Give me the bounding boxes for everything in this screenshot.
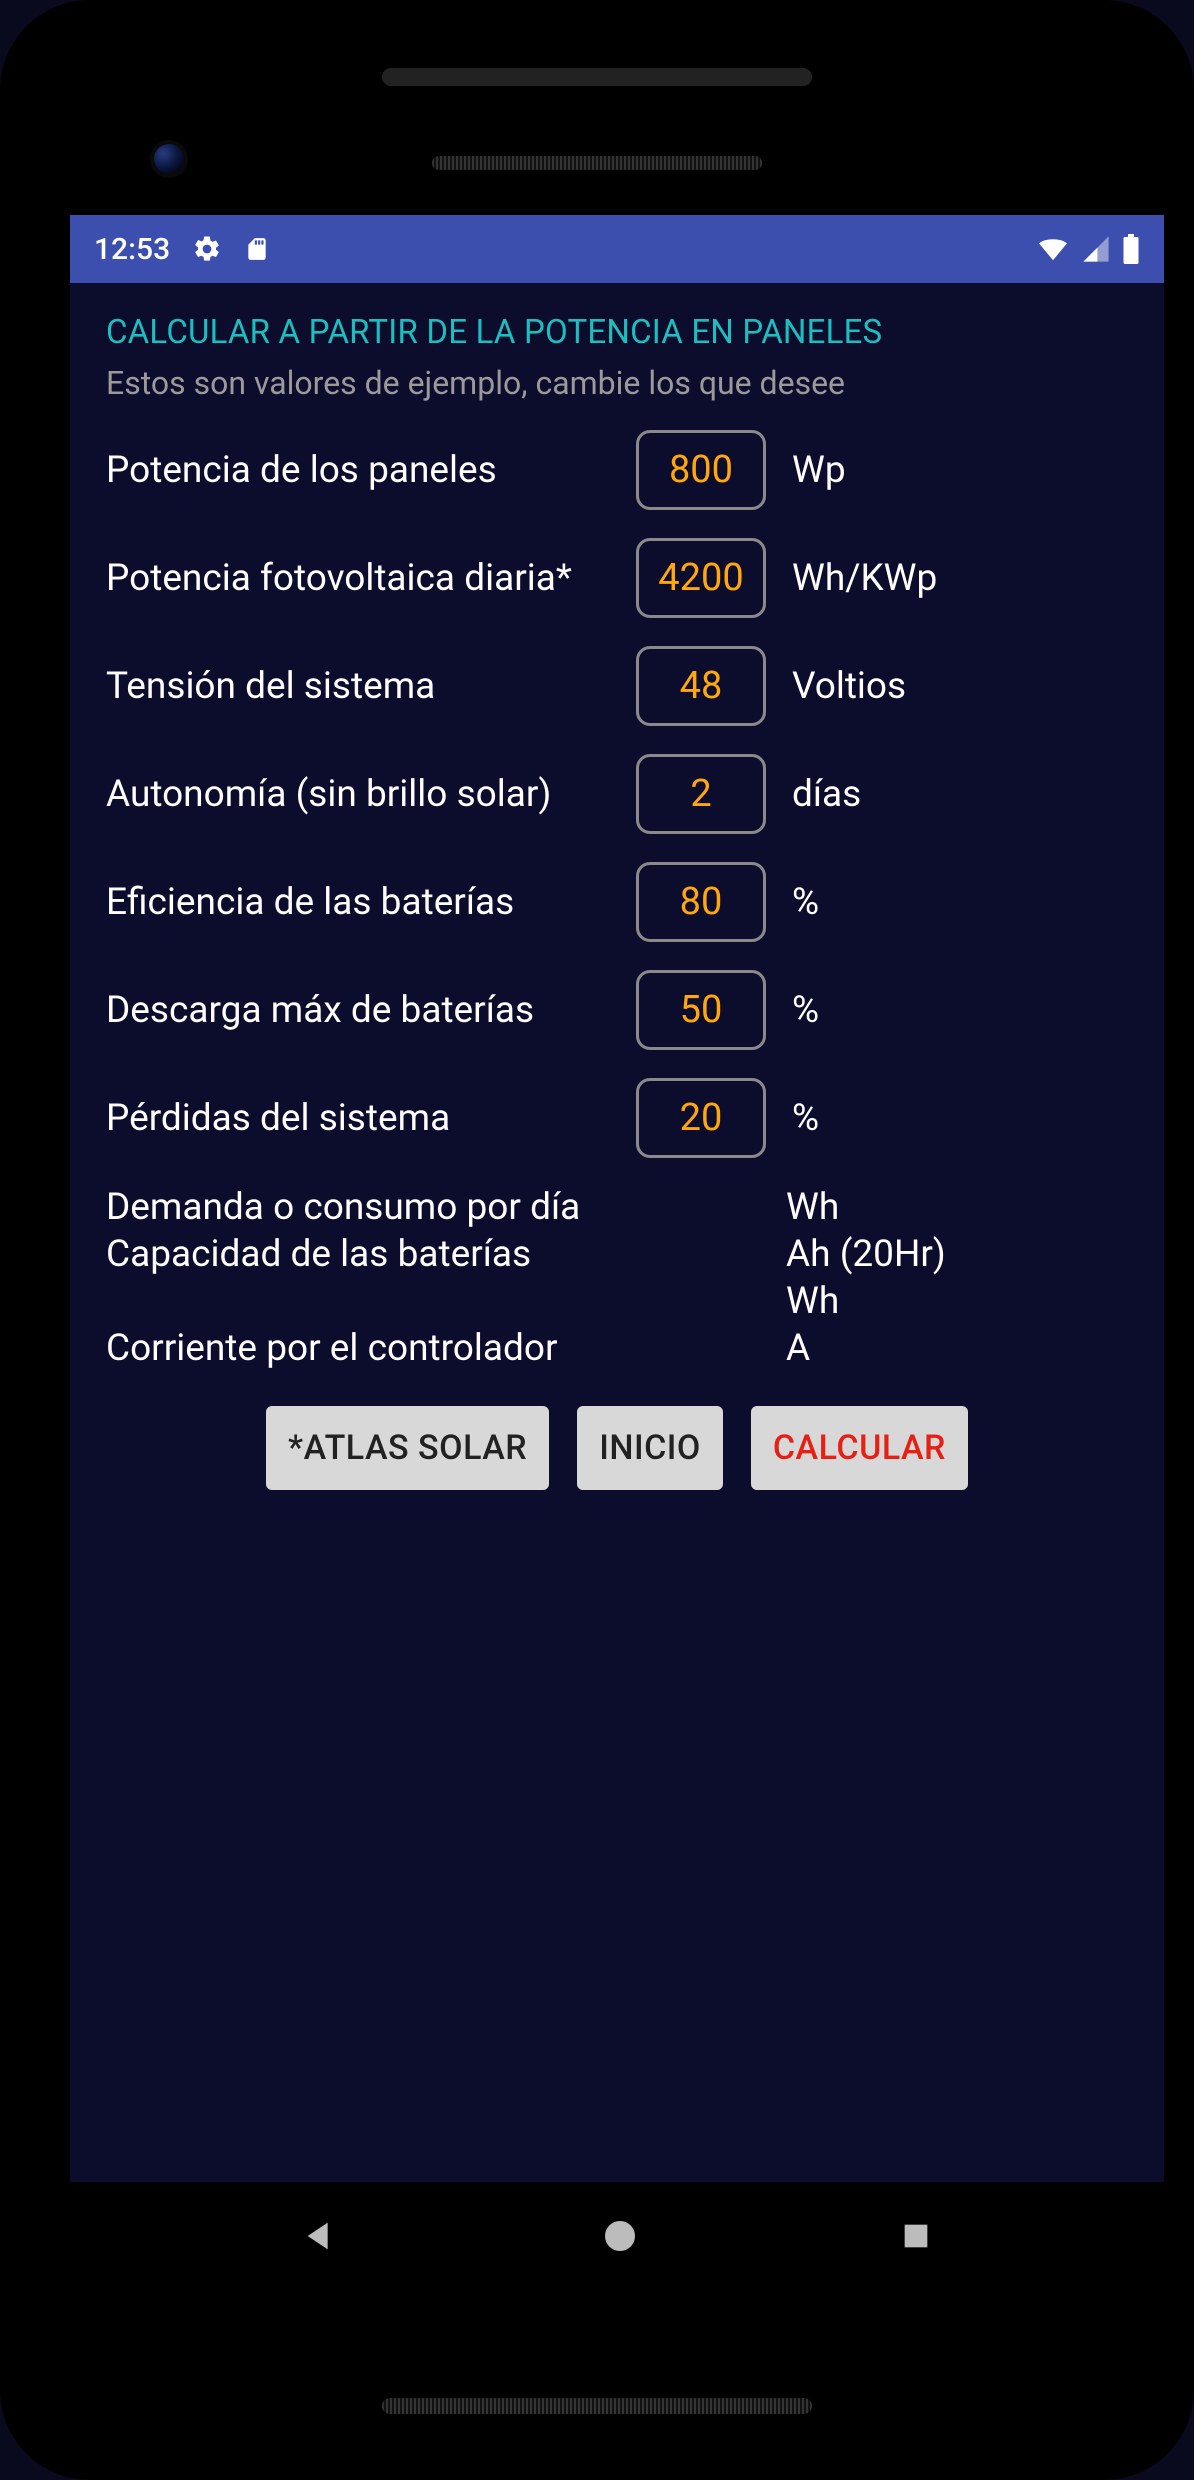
front-camera (150, 140, 188, 178)
label-autonomy: Autonomía (sin brillo solar) (106, 773, 636, 816)
label-bat-dod: Descarga máx de baterías (106, 989, 636, 1032)
input-bat-dod[interactable]: 50 (636, 970, 766, 1050)
battery-icon (1122, 234, 1140, 264)
phone-speaker (432, 156, 762, 170)
nav-home-icon[interactable] (602, 2218, 638, 2254)
signal-icon (1082, 235, 1110, 263)
screen: 12:53 (70, 215, 1164, 2290)
home-button[interactable]: INICIO (577, 1406, 723, 1490)
input-row-autonomy: Autonomía (sin brillo solar) 2 días (106, 754, 1128, 834)
unit-pv-daily: Wh/KWp (792, 557, 937, 600)
phone-top-slot (382, 68, 812, 86)
button-row: *ATLAS SOLAR INICIO CALCULAR (106, 1406, 1128, 1490)
label-bat-eff: Eficiencia de las baterías (106, 881, 636, 924)
label-panel-power: Potencia de los paneles (106, 449, 636, 492)
status-bar: 12:53 (70, 215, 1164, 283)
page-title: CALCULAR A PARTIR DE LA POTENCIA EN PANE… (106, 313, 1128, 352)
atlas-solar-button[interactable]: *ATLAS SOLAR (266, 1406, 549, 1490)
unit-sys-loss: % (792, 1097, 819, 1140)
label-capacity: Capacidad de las baterías (106, 1233, 786, 1276)
label-pv-daily: Potencia fotovoltaica diaria* (106, 557, 636, 600)
input-row-bat-eff: Eficiencia de las baterías 80 % (106, 862, 1128, 942)
unit-capacity-wh: Wh (786, 1280, 839, 1323)
status-right (1036, 234, 1140, 264)
unit-current: A (786, 1327, 810, 1370)
page-subtitle: Estos son valores de ejemplo, cambie los… (106, 364, 1128, 402)
gear-icon (192, 234, 222, 264)
phone-speaker-bottom (382, 2398, 812, 2414)
input-sys-loss[interactable]: 20 (636, 1078, 766, 1158)
input-row-pv-daily: Potencia fotovoltaica diaria* 4200 Wh/KW… (106, 538, 1128, 618)
unit-bat-dod: % (792, 989, 819, 1032)
unit-autonomy: días (792, 773, 861, 816)
unit-capacity-ah: Ah (20Hr) (786, 1233, 946, 1276)
unit-panel-power: Wp (792, 449, 846, 492)
wifi-icon (1036, 235, 1070, 263)
unit-voltage: Voltios (792, 665, 906, 708)
status-left: 12:53 (94, 232, 270, 267)
input-bat-eff[interactable]: 80 (636, 862, 766, 942)
nav-back-icon[interactable] (301, 2216, 341, 2256)
calculate-button[interactable]: CALCULAR (751, 1406, 968, 1490)
label-demand: Demanda o consumo por día (106, 1186, 786, 1229)
input-pv-daily[interactable]: 4200 (636, 538, 766, 618)
input-voltage[interactable]: 48 (636, 646, 766, 726)
content: CALCULAR A PARTIR DE LA POTENCIA EN PANE… (70, 283, 1164, 1490)
label-current: Corriente por el controlador (106, 1327, 786, 1370)
input-row-sys-loss: Pérdidas del sistema 20 % (106, 1078, 1128, 1158)
input-panel-power[interactable]: 800 (636, 430, 766, 510)
output-row-current: Corriente por el controlador A (106, 1327, 1128, 1370)
label-voltage: Tensión del sistema (106, 665, 636, 708)
input-row-panel-power: Potencia de los paneles 800 Wp (106, 430, 1128, 510)
clock: 12:53 (94, 232, 170, 267)
output-row-demand: Demanda o consumo por día Wh (106, 1186, 1128, 1229)
output-row-capacity-ah: Capacidad de las baterías Ah (20Hr) (106, 1233, 1128, 1276)
nav-recent-icon[interactable] (899, 2219, 933, 2253)
phone-bezel: 12:53 (20, 20, 1174, 2460)
input-row-bat-dod: Descarga máx de baterías 50 % (106, 970, 1128, 1050)
output-row-capacity-wh: Wh (106, 1280, 1128, 1323)
input-autonomy[interactable]: 2 (636, 754, 766, 834)
unit-bat-eff: % (792, 881, 819, 924)
phone-frame: 12:53 (0, 0, 1194, 2480)
input-row-voltage: Tensión del sistema 48 Voltios (106, 646, 1128, 726)
nav-bar (70, 2182, 1164, 2290)
sd-card-icon (244, 234, 270, 264)
outputs: Demanda o consumo por día Wh Capacidad d… (106, 1186, 1128, 1370)
label-sys-loss: Pérdidas del sistema (106, 1097, 636, 1140)
unit-demand: Wh (786, 1186, 839, 1229)
